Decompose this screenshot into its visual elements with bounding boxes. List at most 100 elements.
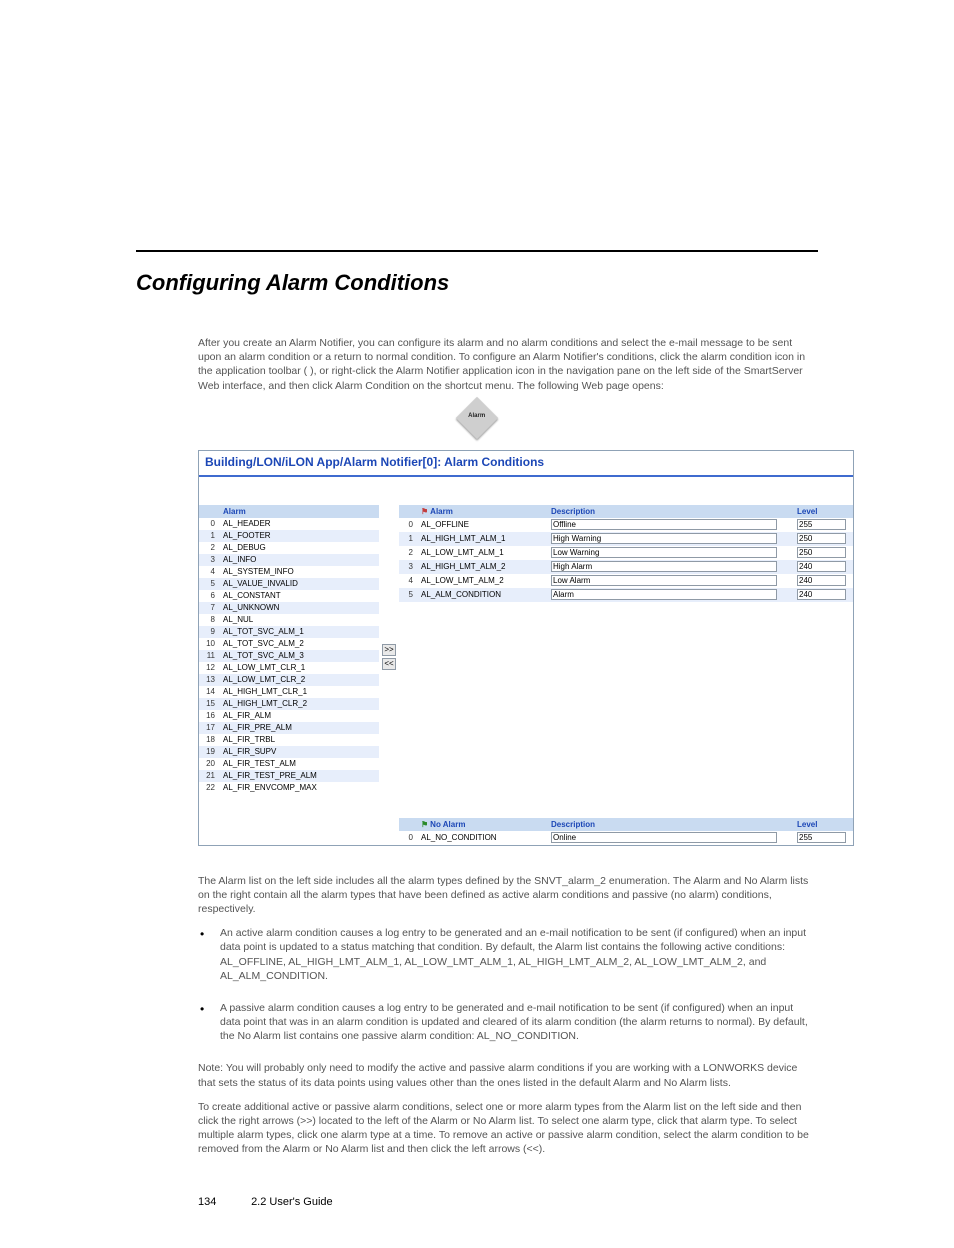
row-index: 7	[199, 602, 219, 614]
description-header: Description	[547, 818, 793, 831]
alarm-type-name: AL_FIR_ENVCOMP_MAX	[219, 782, 379, 794]
active-alarm-row[interactable]: 1AL_HIGH_LMT_ALM_1	[399, 532, 853, 546]
alarm-type-row[interactable]: 20AL_FIR_TEST_ALM	[199, 758, 379, 770]
footer-text: 2.2 User's Guide	[251, 1196, 333, 1208]
move-left-button[interactable]: <<	[382, 658, 395, 670]
alarm-type-row[interactable]: 19AL_FIR_SUPV	[199, 746, 379, 758]
active-alarm-row[interactable]: 2AL_LOW_LMT_ALM_1	[399, 546, 853, 560]
level-input[interactable]	[797, 533, 846, 544]
no-alarm-row[interactable]: 0AL_NO_CONDITION	[399, 831, 853, 845]
alarm-type-list: Alarm 0AL_HEADER1AL_FOOTER2AL_DEBUG3AL_I…	[199, 505, 379, 845]
level-input[interactable]	[797, 519, 846, 530]
row-index: 18	[199, 734, 219, 746]
alarm-conditions-panel: Building/LON/iLON App/Alarm Notifier[0]:…	[198, 450, 854, 846]
level-input[interactable]	[797, 547, 846, 558]
row-index: 1	[399, 532, 417, 546]
description-input[interactable]	[551, 832, 777, 843]
row-index: 15	[199, 698, 219, 710]
alarm-type-name: AL_TOT_SVC_ALM_2	[219, 638, 379, 650]
active-alarm-table: ⚑Alarm Description Level 0AL_OFFLINE1AL_…	[399, 505, 853, 602]
alarm-type-name: AL_NUL	[219, 614, 379, 626]
move-right-button[interactable]: >>	[382, 644, 395, 656]
row-index: 16	[199, 710, 219, 722]
row-index: 9	[199, 626, 219, 638]
description-input[interactable]	[551, 519, 777, 530]
active-alarm-row[interactable]: 0AL_OFFLINE	[399, 518, 853, 532]
bullet-passive: A passive alarm condition causes a log e…	[220, 1001, 814, 1044]
alarm-type-row[interactable]: 21AL_FIR_TEST_PRE_ALM	[199, 770, 379, 782]
alarm-type-name: AL_FIR_TEST_PRE_ALM	[219, 770, 379, 782]
description-header: Description	[547, 505, 793, 518]
bullet-active: An active alarm condition causes a log e…	[220, 926, 814, 983]
active-alarm-row[interactable]: 5AL_ALM_CONDITION	[399, 588, 853, 602]
alarm-type-row[interactable]: 13AL_LOW_LMT_CLR_2	[199, 674, 379, 686]
alarm-type-name: AL_VALUE_INVALID	[219, 578, 379, 590]
note-paragraph: Note: You will probably only need to mod…	[198, 1061, 814, 1089]
description-input[interactable]	[551, 547, 777, 558]
row-index: 12	[199, 662, 219, 674]
level-input[interactable]	[797, 832, 846, 843]
alarm-name: AL_HIGH_LMT_ALM_2	[417, 560, 547, 574]
row-index: 21	[199, 770, 219, 782]
active-alarm-row[interactable]: 3AL_HIGH_LMT_ALM_2	[399, 560, 853, 574]
diamond-icon: Alarm	[456, 396, 498, 438]
alarm-type-row[interactable]: 18AL_FIR_TRBL	[199, 734, 379, 746]
alarm-type-table: Alarm 0AL_HEADER1AL_FOOTER2AL_DEBUG3AL_I…	[199, 505, 379, 794]
alarm-type-row[interactable]: 7AL_UNKNOWN	[199, 602, 379, 614]
alarm-type-row[interactable]: 5AL_VALUE_INVALID	[199, 578, 379, 590]
level-input[interactable]	[797, 575, 846, 586]
description-input[interactable]	[551, 589, 777, 600]
row-index: 11	[199, 650, 219, 662]
alarm-type-row[interactable]: 9AL_TOT_SVC_ALM_1	[199, 626, 379, 638]
document-page: Configuring Alarm Conditions After you c…	[0, 0, 954, 1248]
alarm-type-row[interactable]: 22AL_FIR_ENVCOMP_MAX	[199, 782, 379, 794]
alarm-type-row[interactable]: 17AL_FIR_PRE_ALM	[199, 722, 379, 734]
alarm-type-row[interactable]: 12AL_LOW_LMT_CLR_1	[199, 662, 379, 674]
move-buttons: >> <<	[379, 505, 399, 845]
description-input[interactable]	[551, 575, 777, 586]
alarm-type-name: AL_HIGH_LMT_CLR_1	[219, 686, 379, 698]
alarm-type-name: AL_FIR_PRE_ALM	[219, 722, 379, 734]
page-footer: 134 2.2 User's Guide	[198, 1196, 954, 1208]
alarm-name: AL_HIGH_LMT_ALM_1	[417, 532, 547, 546]
alarm-type-row[interactable]: 0AL_HEADER	[199, 518, 379, 530]
row-index: 10	[199, 638, 219, 650]
row-index: 13	[199, 674, 219, 686]
alarm-name: AL_OFFLINE	[417, 518, 547, 532]
row-index: 3	[199, 554, 219, 566]
row-index: 4	[199, 566, 219, 578]
alarm-type-row[interactable]: 4AL_SYSTEM_INFO	[199, 566, 379, 578]
alarm-type-row[interactable]: 10AL_TOT_SVC_ALM_2	[199, 638, 379, 650]
panel-layout: Alarm 0AL_HEADER1AL_FOOTER2AL_DEBUG3AL_I…	[199, 505, 853, 845]
level-input[interactable]	[797, 561, 846, 572]
level-input[interactable]	[797, 589, 846, 600]
alarm-type-name: AL_DEBUG	[219, 542, 379, 554]
alarm-type-name: AL_FIR_TRBL	[219, 734, 379, 746]
alarm-type-row[interactable]: 3AL_INFO	[199, 554, 379, 566]
alarm-name: AL_NO_CONDITION	[417, 831, 547, 845]
alarm-name: AL_LOW_LMT_ALM_2	[417, 574, 547, 588]
row-index: 0	[399, 518, 417, 532]
row-index: 4	[399, 574, 417, 588]
description-input[interactable]	[551, 561, 777, 572]
panel-gap	[199, 477, 853, 505]
row-index: 20	[199, 758, 219, 770]
alarm-type-row[interactable]: 1AL_FOOTER	[199, 530, 379, 542]
level-header: Level	[793, 818, 853, 831]
row-index: 2	[399, 546, 417, 560]
row-index: 17	[199, 722, 219, 734]
alarm-type-row[interactable]: 6AL_CONSTANT	[199, 590, 379, 602]
active-alarm-row[interactable]: 4AL_LOW_LMT_ALM_2	[399, 574, 853, 588]
description-input[interactable]	[551, 533, 777, 544]
panel-title: Building/LON/iLON App/Alarm Notifier[0]:…	[199, 451, 853, 477]
row-index: 2	[199, 542, 219, 554]
alarm-type-row[interactable]: 16AL_FIR_ALM	[199, 710, 379, 722]
row-index: 0	[199, 518, 219, 530]
alarm-condition-icon: Alarm	[0, 403, 954, 438]
alarm-type-name: AL_FOOTER	[219, 530, 379, 542]
alarm-type-row[interactable]: 15AL_HIGH_LMT_CLR_2	[199, 698, 379, 710]
alarm-type-row[interactable]: 8AL_NUL	[199, 614, 379, 626]
alarm-type-row[interactable]: 14AL_HIGH_LMT_CLR_1	[199, 686, 379, 698]
alarm-type-row[interactable]: 11AL_TOT_SVC_ALM_3	[199, 650, 379, 662]
alarm-type-row[interactable]: 2AL_DEBUG	[199, 542, 379, 554]
